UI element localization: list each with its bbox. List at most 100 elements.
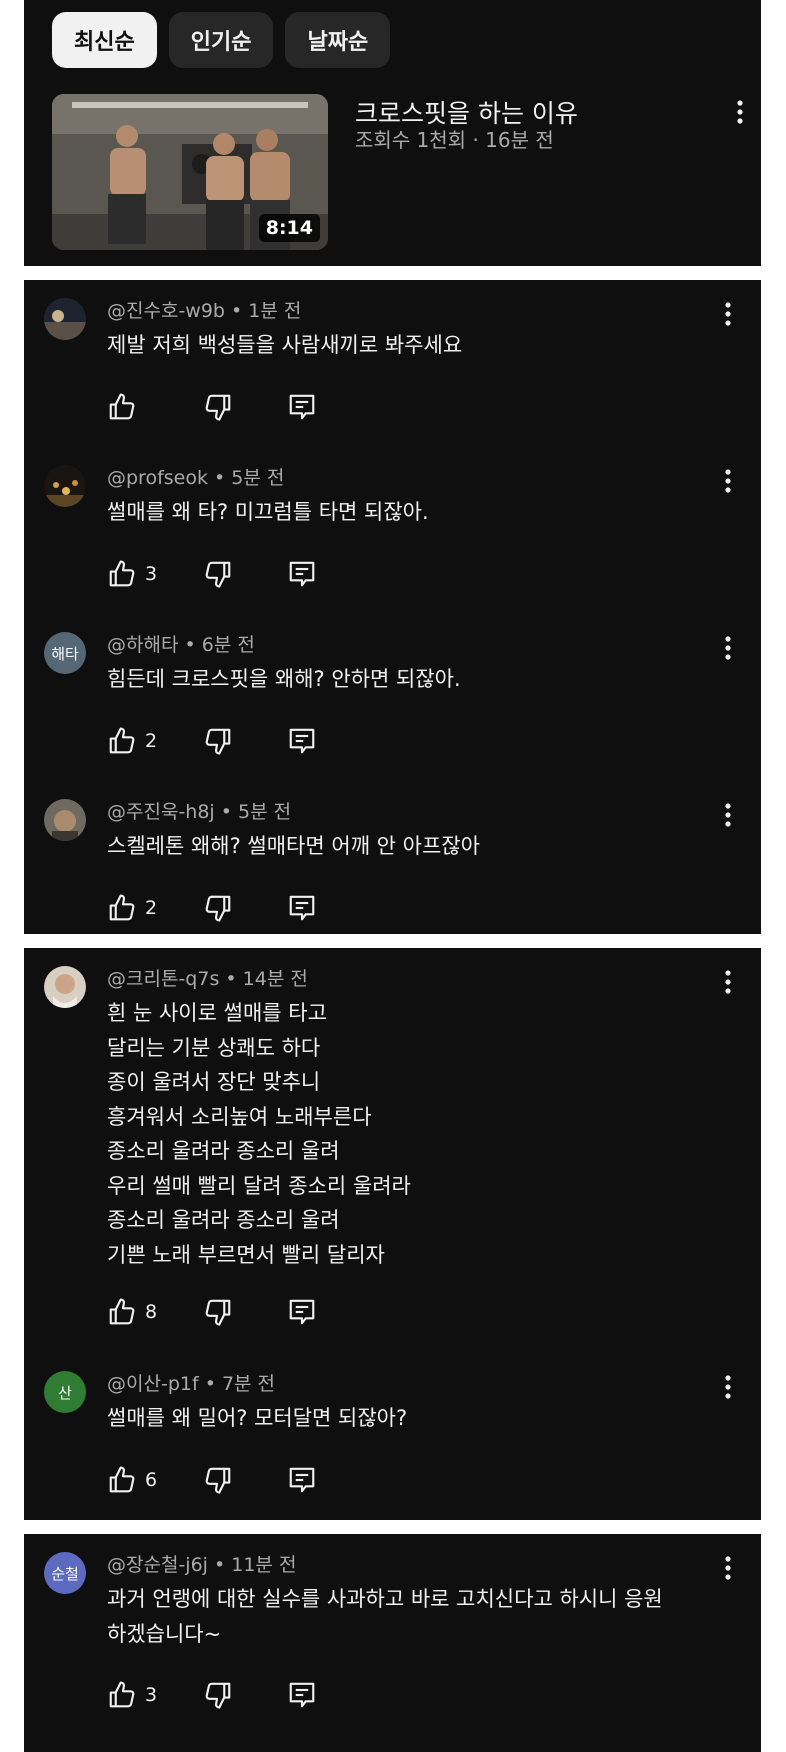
like-count: 3 xyxy=(145,563,158,585)
more-vert-icon xyxy=(716,797,740,833)
thumb-up-icon xyxy=(107,559,137,589)
comment-actions: 3 xyxy=(107,559,327,589)
thumb-down-icon xyxy=(203,392,233,422)
like-count: 2 xyxy=(145,897,158,919)
comment-meta: @진수호-w9b • 1분 전 xyxy=(107,300,302,322)
avatar[interactable] xyxy=(44,298,86,340)
comment-more-button[interactable] xyxy=(716,964,740,1000)
thumb-down-icon xyxy=(203,726,233,756)
dislike-button[interactable] xyxy=(203,1680,233,1710)
avatar[interactable]: 해타 xyxy=(44,632,86,674)
comment-more-button[interactable] xyxy=(716,1550,740,1586)
reply-icon xyxy=(287,392,317,422)
avatar-image xyxy=(44,966,86,1008)
comments-panel-1: @진수호-w9b • 1분 전 제발 저희 백성들을 사람새끼로 봐주세요 @p… xyxy=(24,280,761,934)
like-button[interactable]: 3 xyxy=(107,1680,157,1710)
comment-author[interactable]: @하해타 xyxy=(107,634,178,656)
dislike-button[interactable] xyxy=(203,392,233,422)
thumb-down-icon xyxy=(203,559,233,589)
comment-more-button[interactable] xyxy=(716,797,740,833)
avatar-image xyxy=(44,298,86,340)
comment-actions: 6 xyxy=(107,1465,327,1495)
more-vert-icon xyxy=(716,1550,740,1586)
comment-more-button[interactable] xyxy=(716,296,740,332)
avatar[interactable]: 산 xyxy=(44,1371,86,1413)
video-more-button[interactable] xyxy=(728,94,752,130)
reply-icon xyxy=(287,559,317,589)
thumb-down-icon xyxy=(203,1465,233,1495)
reply-button[interactable] xyxy=(287,1465,317,1495)
comment-time: 6분 전 xyxy=(201,634,255,656)
reply-button[interactable] xyxy=(287,1680,317,1710)
reply-button[interactable] xyxy=(287,726,317,756)
comment-time: 14분 전 xyxy=(242,968,308,990)
comments-panel-2: @크리톤-q7s • 14분 전 흰 눈 사이로 썰매를 타고 달리는 기분 상… xyxy=(24,948,761,1520)
dislike-button[interactable] xyxy=(203,1465,233,1495)
comment-text: 흰 눈 사이로 썰매를 타고 달리는 기분 상쾌도 하다 종이 울려서 장단 맞… xyxy=(107,1001,411,1267)
comment-text: 힘든데 크로스핏을 왜해? 안하면 되잖아. xyxy=(107,667,461,691)
video-duration-badge: 8:14 xyxy=(258,214,320,242)
reply-button[interactable] xyxy=(287,559,317,589)
comment-author[interactable]: @profseok xyxy=(107,467,208,489)
reply-button[interactable] xyxy=(287,893,317,923)
comment-text: 썰매를 왜 타? 미끄럼틀 타면 되잖아. xyxy=(107,500,429,524)
comment-text: 과거 언랭에 대한 실수를 사과하고 바로 고치신다고 하시니 응원 하겠습니다… xyxy=(107,1587,663,1646)
sort-filter-chips: 최신순 인기순 날짜순 xyxy=(52,12,391,68)
comment-more-button[interactable] xyxy=(716,1369,740,1405)
reply-button[interactable] xyxy=(287,392,317,422)
comment-text: 스켈레톤 왜해? 썰매타면 어깨 안 아프잖아 xyxy=(107,834,480,858)
thumb-up-icon xyxy=(107,726,137,756)
comment-text: 제발 저희 백성들을 사람새끼로 봐주세요 xyxy=(107,333,463,357)
avatar[interactable] xyxy=(44,799,86,841)
like-count: 8 xyxy=(145,1301,158,1323)
comment-more-button[interactable] xyxy=(716,630,740,666)
comment-actions xyxy=(107,392,327,422)
dislike-button[interactable] xyxy=(203,726,233,756)
like-button[interactable]: 2 xyxy=(107,726,157,756)
filter-chip-latest[interactable]: 최신순 xyxy=(52,12,157,68)
filter-chip-popular[interactable]: 인기순 xyxy=(168,12,274,68)
comment-meta: @주진욱-h8j • 5분 전 xyxy=(107,801,292,823)
comment-more-button[interactable] xyxy=(716,463,740,499)
thumb-down-icon xyxy=(203,893,233,923)
more-vert-icon xyxy=(728,94,752,130)
comment-author[interactable]: @크리톤-q7s xyxy=(107,968,219,990)
avatar-image xyxy=(44,799,86,841)
reply-icon xyxy=(287,1680,317,1710)
comments-panel-3: 순철 @장순철-j6j • 11분 전 과거 언랭에 대한 실수를 사과하고 바… xyxy=(24,1534,761,1752)
reply-icon xyxy=(287,726,317,756)
more-vert-icon xyxy=(716,296,740,332)
avatar[interactable] xyxy=(44,465,86,507)
comment-meta: @하해타 • 6분 전 xyxy=(107,634,255,656)
video-item[interactable]: 8:14 크로스핏을 하는 이유 조회수 1천회 · 16분 전 xyxy=(52,94,762,250)
comment-author[interactable]: @장순철-j6j xyxy=(107,1554,208,1576)
comment-time: 11분 전 xyxy=(231,1554,297,1576)
more-vert-icon xyxy=(716,1369,740,1405)
comment-author[interactable]: @이산-p1f xyxy=(107,1373,199,1395)
reply-button[interactable] xyxy=(287,1297,317,1327)
dislike-button[interactable] xyxy=(203,1297,233,1327)
filter-chip-date[interactable]: 날짜순 xyxy=(285,12,391,68)
like-button[interactable] xyxy=(107,392,145,422)
comment-author[interactable]: @진수호-w9b xyxy=(107,300,225,322)
comment-time: 1분 전 xyxy=(248,300,302,322)
like-button[interactable]: 3 xyxy=(107,559,157,589)
comment-time: 7분 전 xyxy=(221,1373,276,1395)
dislike-button[interactable] xyxy=(203,893,233,923)
comment-author[interactable]: @주진욱-h8j xyxy=(107,801,215,823)
video-thumbnail[interactable]: 8:14 xyxy=(52,94,328,250)
avatar[interactable] xyxy=(44,966,86,1008)
thumb-up-icon xyxy=(107,893,137,923)
avatar-initials: 순철 xyxy=(51,1564,79,1583)
dislike-button[interactable] xyxy=(203,559,233,589)
like-button[interactable]: 8 xyxy=(107,1297,157,1327)
avatar[interactable]: 순철 xyxy=(44,1552,86,1594)
like-button[interactable]: 6 xyxy=(107,1465,157,1495)
thumb-up-icon xyxy=(107,1465,137,1495)
thumb-down-icon xyxy=(203,1297,233,1327)
comment-actions: 8 xyxy=(107,1297,327,1327)
video-header-panel: 최신순 인기순 날짜순 8:14 크로스핏을 하는 이유 조회수 1천회 · 1… xyxy=(24,0,761,266)
like-button[interactable]: 2 xyxy=(107,893,157,923)
comment-text: 썰매를 왜 밀어? 모터달면 되잖아? xyxy=(107,1406,408,1430)
like-count: 3 xyxy=(145,1684,158,1706)
